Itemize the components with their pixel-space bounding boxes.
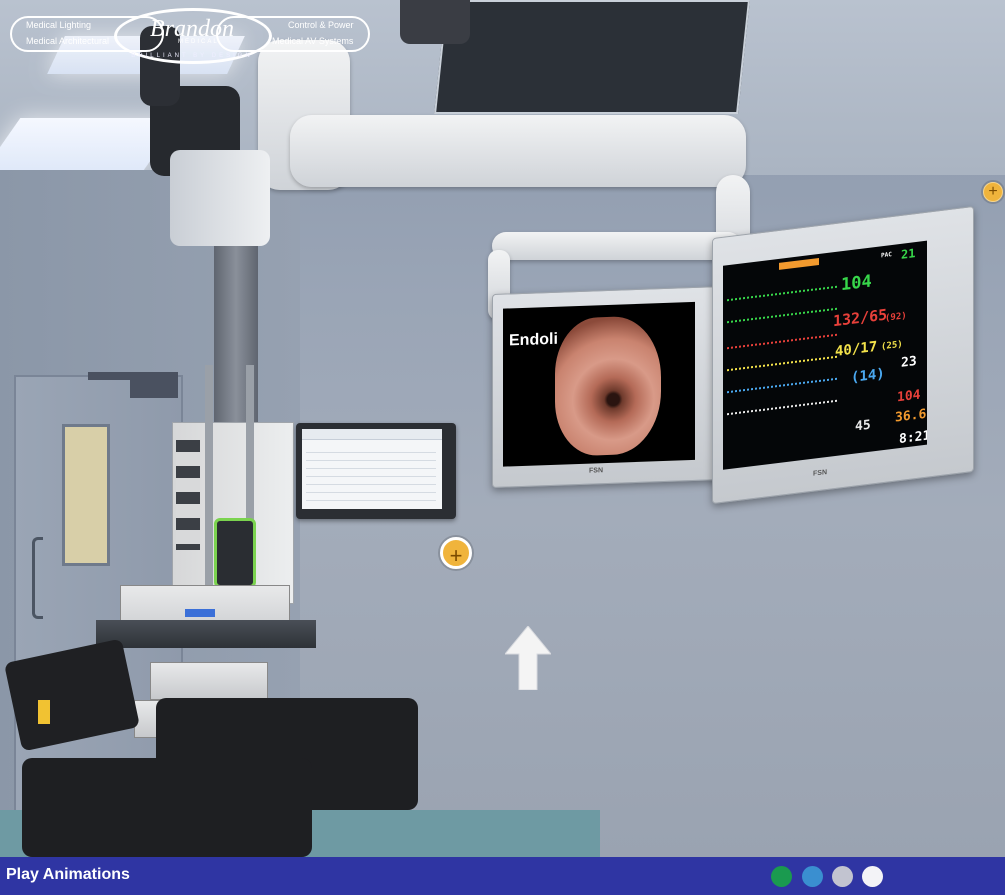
cvp-wave — [727, 377, 837, 395]
processor-display — [185, 609, 215, 617]
brand-right-top: Control & Power — [288, 20, 354, 30]
table-pad — [22, 758, 312, 857]
endoli-logo: Endoli — [509, 330, 558, 350]
top-value: 21 — [901, 246, 916, 262]
rr-value: 23 — [901, 353, 917, 371]
operating-room-scene[interactable]: Endoli FSN 104 132/65 (92) 40/17 (25) (1… — [0, 0, 1005, 857]
hr-value: 104 — [841, 271, 872, 296]
arterial-wave — [727, 333, 837, 351]
ceiling-panel — [434, 0, 750, 114]
monitor-maker: FSN — [589, 467, 603, 475]
table-label — [38, 700, 50, 724]
gas-outlets — [176, 440, 200, 550]
cvp-value: (14) — [851, 365, 885, 387]
navigate-forward-arrow-icon[interactable] — [505, 626, 551, 690]
view-dot-white[interactable] — [862, 866, 883, 887]
control-touchscreen[interactable] — [296, 423, 456, 519]
touchscreen-rows — [306, 445, 436, 505]
brand-tagline: BRILLIANT BY DESIGN — [131, 53, 253, 59]
door-window — [62, 424, 110, 566]
pendant-arm — [492, 232, 742, 260]
vitals-screen: 104 132/65 (92) 40/17 (25) (14) 45 PAC 2… — [723, 240, 927, 470]
pap-extra: (25) — [881, 339, 903, 353]
brand-sub: MEDICAL — [178, 39, 219, 45]
pap-wave — [727, 355, 837, 373]
hotspot-center[interactable]: + — [440, 537, 472, 569]
spo2-wave — [727, 399, 837, 417]
touchscreen-header — [302, 429, 442, 440]
ceiling-mount — [400, 0, 470, 44]
pendant-arm — [290, 115, 746, 187]
temp-value: 36.6 — [895, 406, 927, 426]
etco2-value: 104 — [897, 387, 921, 406]
top-label: PAC — [881, 251, 892, 260]
brand-right-bottom: Medical AV Systems — [272, 36, 354, 46]
hotspot-right-edge[interactable]: + — [983, 182, 1003, 202]
ecg-wave — [727, 285, 837, 303]
endoscopy-monitor[interactable]: Endoli FSN — [492, 285, 722, 489]
door-handle — [32, 537, 43, 619]
bottom-toolbar: Play Animations — [0, 857, 1005, 895]
bp-extra: (92) — [885, 311, 907, 324]
door-sign — [88, 372, 178, 380]
bp-value: 132/65 — [833, 305, 888, 331]
handheld-device — [214, 518, 256, 588]
touchscreen-display — [302, 429, 442, 509]
brand-left-bottom: Medical Architectural — [26, 36, 110, 46]
brand-header[interactable]: Medical Lighting Medical Architectural C… — [10, 8, 370, 64]
patient-vitals-monitor[interactable]: 104 132/65 (92) 40/17 (25) (14) 45 PAC 2… — [712, 205, 974, 505]
trolley-unit — [150, 662, 268, 700]
view-dot-grey[interactable] — [832, 866, 853, 887]
brand-left-top: Medical Lighting — [26, 20, 92, 30]
trolley-shelf — [96, 620, 316, 648]
pole — [205, 365, 213, 605]
clock-value: 8:21 — [899, 428, 927, 448]
vitals-header — [779, 257, 819, 270]
view-dot-green[interactable] — [771, 866, 792, 887]
view-dot-blue[interactable] — [802, 866, 823, 887]
endoscopy-screen: Endoli — [503, 301, 695, 467]
spo2-value: 45 — [855, 417, 871, 435]
monitor-maker: FSN — [813, 468, 827, 478]
ecg-wave — [727, 307, 837, 325]
endoscope-image — [555, 315, 661, 457]
pap-value: 40/17 — [835, 338, 878, 360]
door-sign — [130, 380, 178, 398]
play-animations-button[interactable]: Play Animations — [6, 866, 130, 884]
column-head — [170, 150, 270, 246]
